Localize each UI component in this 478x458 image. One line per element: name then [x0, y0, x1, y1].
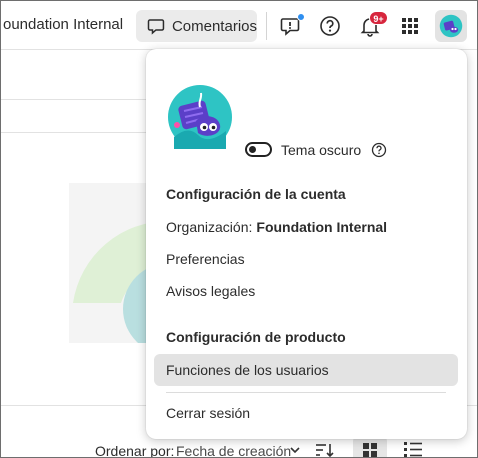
list-view-icon[interactable] [403, 441, 423, 457]
app-window: Ordenar por: Fecha de creación oundation… [0, 0, 478, 458]
profile-button[interactable] [435, 10, 467, 42]
user-roles-item[interactable]: Funciones de los usuarios [154, 354, 458, 386]
apps-grid-icon [402, 18, 418, 34]
page-divider [1, 132, 161, 133]
sort-label: Ordenar por: [95, 443, 175, 458]
dark-theme-label: Tema oscuro [281, 142, 362, 158]
preferences-item[interactable]: Preferencias [154, 243, 458, 275]
help-icon [320, 16, 340, 36]
comments-button[interactable]: Comentarios [136, 10, 257, 42]
apps-button[interactable] [394, 10, 426, 42]
top-bar: oundation Internal Comentarios 9+ [1, 1, 477, 50]
comments-label: Comentarios [171, 17, 257, 35]
organization-prefix: Organización: [166, 219, 253, 235]
org-switcher[interactable]: oundation Internal [3, 16, 123, 33]
avatar-icon [439, 14, 463, 38]
organization-item[interactable]: Organización: Foundation Internal [154, 211, 458, 243]
sort-dropdown[interactable]: Fecha de creación [176, 443, 291, 457]
notifications-badge: 9+ [369, 11, 388, 25]
page-divider [1, 99, 161, 100]
organization-name: Foundation Internal [256, 219, 388, 235]
product-settings-heading: Configuración de producto [166, 329, 346, 345]
menu-divider [166, 392, 446, 393]
dark-theme-toggle[interactable] [245, 142, 272, 157]
sort-direction-icon[interactable] [315, 442, 335, 458]
toolbar-separator [266, 12, 267, 40]
grid-view-button[interactable] [353, 437, 387, 457]
legal-notices-item[interactable]: Avisos legales [154, 275, 458, 307]
grid-view-icon [363, 443, 377, 457]
account-settings-heading: Configuración de la cuenta [166, 186, 346, 202]
notification-dot [297, 13, 305, 21]
help-icon[interactable] [371, 142, 387, 158]
help-button[interactable] [314, 10, 346, 42]
profile-menu: Tema oscuro Configuración de la cuenta O… [146, 49, 467, 439]
user-avatar [168, 85, 232, 149]
toggle-knob [249, 146, 256, 153]
chevron-down-icon[interactable] [289, 445, 301, 455]
feedback-button[interactable] [275, 10, 307, 42]
comment-icon [147, 19, 165, 35]
notifications-button[interactable]: 9+ [354, 10, 388, 42]
sign-out-item[interactable]: Cerrar sesión [154, 397, 458, 429]
